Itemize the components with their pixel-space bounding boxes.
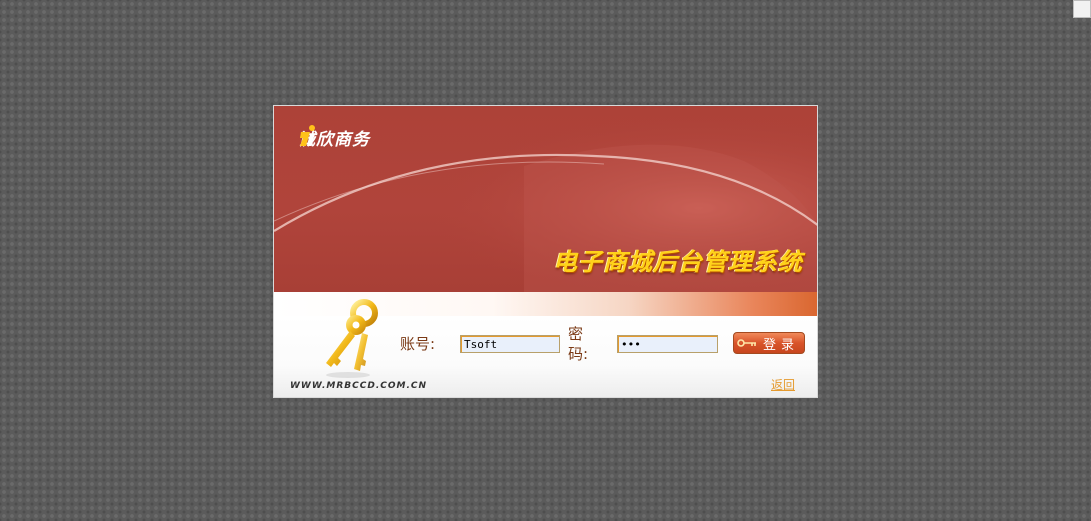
system-title: 电子商城后台管理系统 bbox=[553, 248, 803, 276]
login-button[interactable]: 登录 bbox=[733, 332, 805, 354]
key-icon bbox=[737, 339, 756, 347]
site-url: WWW.MRBCCD.COM.CN bbox=[290, 381, 428, 391]
keys-icon bbox=[326, 299, 378, 378]
account-input[interactable] bbox=[460, 335, 560, 353]
account-label: 账号: bbox=[400, 335, 436, 353]
password-label: 密码: bbox=[568, 325, 589, 363]
brand: 诚欣商务 bbox=[298, 124, 370, 150]
brand-logo-icon bbox=[300, 125, 315, 146]
password-input[interactable] bbox=[617, 335, 718, 353]
banner: 诚欣商务 电子商城后台管理系统 bbox=[274, 106, 817, 292]
back-link[interactable]: 返回 bbox=[771, 376, 795, 393]
login-panel: 诚欣商务 电子商城后台管理系统 账号: 密码: 登录 WWW.MRBCCD.CO… bbox=[273, 105, 818, 398]
login-button-label: 登录 bbox=[763, 337, 800, 353]
broken-image-icon bbox=[1073, 0, 1091, 18]
